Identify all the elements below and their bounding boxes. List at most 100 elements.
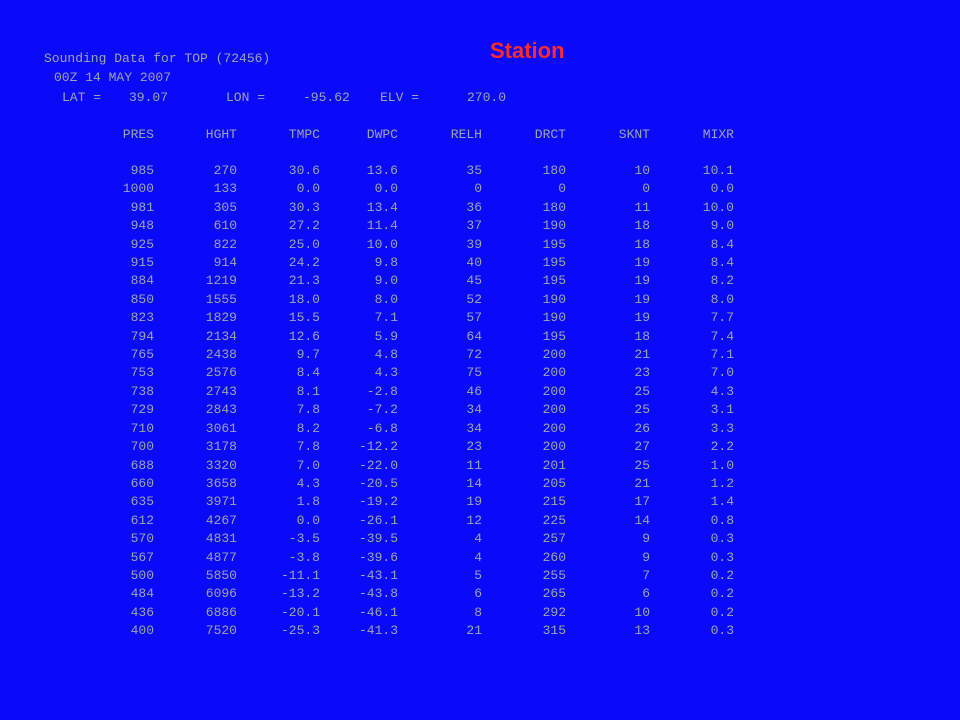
cell-dwpc: 11.4 — [366, 218, 398, 234]
cell-sknt: 0 — [642, 181, 650, 197]
cell-relh: 39 — [466, 236, 482, 252]
table-row: 823 1829 15.5 7.1 57 190 19 7.7 — [78, 309, 734, 327]
cell-drct: 180 — [542, 163, 566, 178]
cell-drct: 190 — [542, 310, 566, 326]
cell-mixr: 9.0 — [710, 218, 734, 234]
cell-pres: 1000 — [122, 181, 154, 197]
cell-dwpc: -12.2 — [358, 439, 398, 455]
cell-dwpc: -39.5 — [358, 531, 398, 547]
cell-mixr: 7.7 — [710, 310, 734, 326]
cell-drct: 190 — [542, 218, 566, 234]
column-header-sknt: SKNT — [618, 127, 650, 142]
elv-value: 270.0 — [467, 90, 507, 105]
cell-hght: 2843 — [205, 402, 237, 418]
cell-sknt: 10 — [634, 163, 650, 178]
table-row: 738 2743 8.1 -2.8 46 200 25 4.3 — [78, 383, 734, 401]
cell-dwpc: -22.0 — [358, 457, 398, 473]
cell-drct: 200 — [542, 439, 566, 455]
cell-hght: 1219 — [205, 273, 237, 289]
cell-tmpc: 7.8 — [296, 439, 320, 455]
column-header-relh: RELH — [450, 127, 482, 142]
cell-relh: 23 — [466, 439, 482, 455]
cell-sknt: 19 — [634, 291, 650, 307]
cell-pres: 660 — [130, 475, 154, 491]
cell-pres: 729 — [130, 402, 154, 418]
column-header-hght: HGHT — [205, 127, 237, 142]
cell-hght: 6886 — [205, 604, 237, 620]
cell-tmpc: -11.1 — [280, 567, 320, 583]
cell-sknt: 18 — [634, 236, 650, 252]
cell-drct: 257 — [542, 531, 566, 547]
table-body: 985 270 30.6 13.6 35 180 10 10.1 1000 133 0.0 0.0 0 0… — [78, 162, 734, 641]
cell-tmpc: 25.0 — [288, 236, 320, 252]
cell-tmpc: -25.3 — [280, 623, 320, 639]
cell-pres: 436 — [130, 604, 154, 620]
cell-drct: 195 — [542, 255, 566, 271]
cell-hght: 1829 — [205, 310, 237, 326]
table-row: 570 4831 -3.5 -39.5 4 257 9 0.3 — [78, 530, 734, 548]
cell-sknt: 19 — [634, 255, 650, 271]
cell-tmpc: 30.3 — [288, 199, 320, 215]
cell-relh: 36 — [466, 199, 482, 215]
cell-drct: 315 — [542, 623, 566, 639]
cell-pres: 484 — [130, 586, 154, 602]
cell-sknt: 9 — [642, 549, 650, 565]
cell-sknt: 18 — [634, 328, 650, 344]
cell-pres: 765 — [130, 347, 154, 363]
cell-mixr: 7.4 — [710, 328, 734, 344]
table-row: 794 2134 12.6 5.9 64 195 18 7.4 — [78, 328, 734, 346]
cell-drct: 201 — [542, 457, 566, 473]
table-header-row: PRES HGHT TMPC DWPC RELH DRCT SKNT MIXR — [78, 126, 734, 144]
table-row: 729 2843 7.8 -7.2 34 200 25 3.1 — [78, 401, 734, 419]
cell-dwpc: 4.8 — [374, 347, 398, 363]
cell-tmpc: -3.8 — [288, 549, 320, 565]
cell-tmpc: 4.3 — [296, 475, 320, 491]
cell-relh: 64 — [466, 328, 482, 344]
table-row: 500 5850 -11.1 -43.1 5 255 7 0.2 — [78, 567, 734, 585]
cell-sknt: 26 — [634, 420, 650, 436]
cell-dwpc: 9.8 — [374, 255, 398, 271]
cell-dwpc: -43.8 — [358, 586, 398, 602]
table-row: 753 2576 8.4 4.3 75 200 23 7.0 — [78, 364, 734, 382]
cell-hght: 610 — [213, 218, 237, 234]
cell-dwpc: -26.1 — [358, 512, 398, 528]
cell-pres: 948 — [130, 218, 154, 234]
cell-relh: 34 — [466, 402, 482, 418]
cell-dwpc: -2.8 — [366, 383, 398, 399]
cell-pres: 400 — [130, 623, 154, 639]
cell-relh: 37 — [466, 218, 482, 234]
cell-pres: 500 — [130, 567, 154, 583]
cell-sknt: 18 — [634, 218, 650, 234]
cell-pres: 700 — [130, 439, 154, 455]
cell-relh: 4 — [474, 549, 482, 565]
column-header-mixr: MIXR — [702, 127, 734, 142]
cell-hght: 3061 — [205, 420, 237, 436]
cell-dwpc: 4.3 — [374, 365, 398, 381]
cell-drct: 195 — [542, 273, 566, 289]
cell-tmpc: 12.6 — [288, 328, 320, 344]
cell-drct: 260 — [542, 549, 566, 565]
cell-hght: 822 — [213, 236, 237, 252]
cell-relh: 0 — [474, 181, 482, 197]
cell-mixr: 8.4 — [710, 255, 734, 271]
cell-mixr: 0.3 — [710, 549, 734, 565]
cell-dwpc: 7.1 — [374, 310, 398, 326]
sounding-table: PRES HGHT TMPC DWPC RELH DRCT SKNT MIXR 985 270 3… — [78, 126, 734, 641]
cell-dwpc: -46.1 — [358, 604, 398, 620]
cell-sknt: 11 — [634, 199, 650, 215]
cell-sknt: 19 — [634, 273, 650, 289]
cell-dwpc: 9.0 — [374, 273, 398, 289]
cell-relh: 14 — [466, 475, 482, 491]
cell-dwpc: -19.2 — [358, 494, 398, 510]
cell-dwpc: 0.0 — [374, 181, 398, 197]
cell-pres: 915 — [130, 255, 154, 271]
cell-sknt: 17 — [634, 494, 650, 510]
column-header-drct: DRCT — [534, 127, 566, 142]
cell-mixr: 1.0 — [710, 457, 734, 473]
lon-value: -95.62 — [303, 90, 350, 105]
cell-mixr: 8.0 — [710, 291, 734, 307]
table-row: 1000 133 0.0 0.0 0 0 0 0.0 — [78, 180, 734, 198]
cell-pres: 985 — [130, 163, 154, 178]
cell-mixr: 7.0 — [710, 365, 734, 381]
lon-label: LON = — [226, 90, 266, 105]
